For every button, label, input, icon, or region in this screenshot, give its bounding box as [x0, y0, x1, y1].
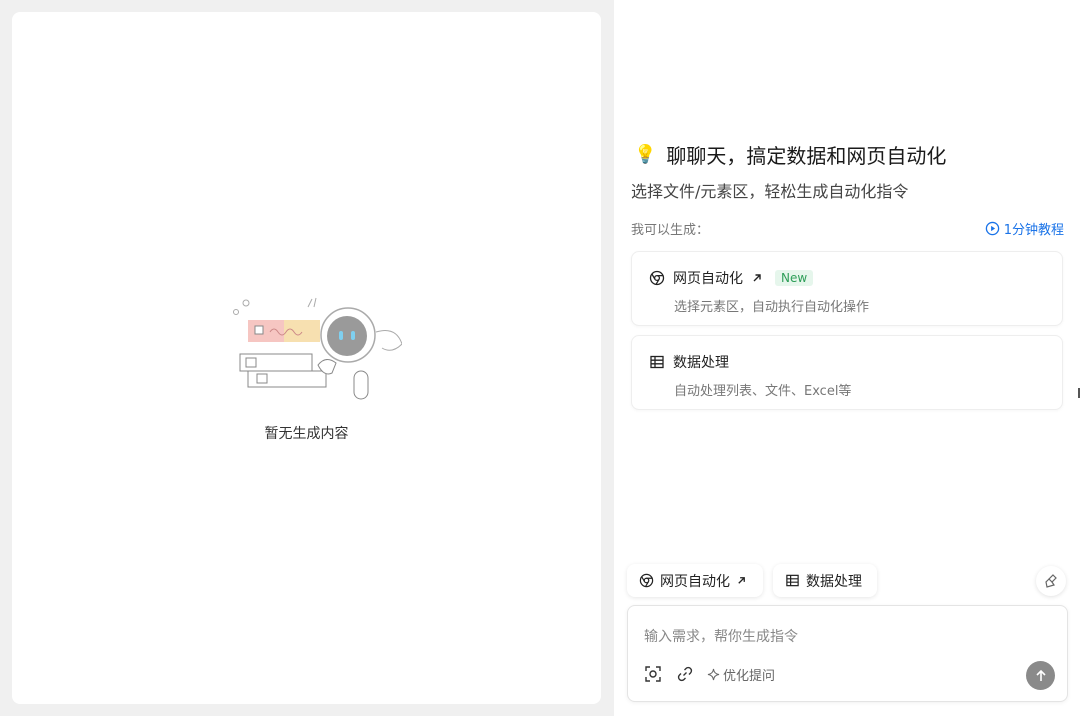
lightbulb-icon: 💡 [634, 144, 657, 165]
preview-panel: 暂无生成内容 [12, 12, 601, 704]
arrow-up-icon [1035, 669, 1046, 681]
can-generate-label: 我可以生成： [631, 223, 710, 238]
welcome-subline: 选择文件/元素区，轻松生成自动化指令 [631, 182, 909, 201]
welcome-headline: 💡 聊聊天，搞定数据和网页自动化 [634, 140, 946, 169]
table-icon [650, 355, 664, 369]
chip-label: 数据处理 [806, 573, 862, 590]
card-data-processing[interactable]: 数据处理 自动处理列表、文件、Excel等 [631, 335, 1063, 410]
card-title: 数据处理 [649, 352, 729, 372]
headline-text: 聊聊天，搞定数据和网页自动化 [666, 144, 947, 168]
chip-data-processing[interactable]: 数据处理 [773, 564, 877, 597]
play-circle-icon [985, 221, 999, 236]
card-web-automation[interactable]: 网页自动化 New 选择元素区，自动执行自动化操作 [631, 251, 1063, 326]
new-badge: New [775, 270, 814, 286]
card-desc: 选择元素区，自动执行自动化操作 [674, 300, 870, 315]
broom-icon [1045, 574, 1057, 588]
send-button[interactable] [1026, 661, 1055, 690]
chrome-icon [649, 270, 665, 286]
card-title-text: 网页自动化 [673, 271, 743, 287]
optimize-prompt-button[interactable]: 优化提问 [707, 665, 775, 684]
card-title-text: 数据处理 [673, 355, 729, 371]
chat-panel: 💡 聊聊天，搞定数据和网页自动化 选择文件/元素区，轻松生成自动化指令 我可以生… [614, 0, 1080, 716]
optimize-label: 优化提问 [723, 669, 776, 684]
arrow-up-right-icon [753, 274, 761, 282]
prompt-input[interactable] [644, 626, 1044, 648]
chip-web-automation[interactable]: 网页自动化 [627, 564, 763, 597]
chat-input-box: 优化提问 [627, 605, 1068, 702]
arrow-up-right-icon [738, 577, 745, 584]
table-icon [786, 574, 799, 587]
card-title: 网页自动化 New [649, 268, 814, 288]
chrome-icon [639, 573, 654, 588]
link-icon [677, 666, 693, 682]
card-desc: 自动处理列表、文件、Excel等 [674, 384, 852, 399]
clear-chat-button[interactable] [1036, 566, 1066, 596]
scan-icon [645, 666, 661, 682]
empty-state-text: 暂无生成内容 [264, 426, 349, 442]
screenshot-select-button[interactable] [644, 665, 662, 683]
attach-link-button[interactable] [676, 665, 694, 683]
empty-robot-illustration [233, 297, 402, 400]
tutorial-link[interactable]: 1分钟教程 [985, 219, 1064, 238]
sparkle-icon [707, 668, 720, 681]
tutorial-label: 1分钟教程 [1003, 223, 1064, 238]
chip-label: 网页自动化 [660, 573, 730, 590]
